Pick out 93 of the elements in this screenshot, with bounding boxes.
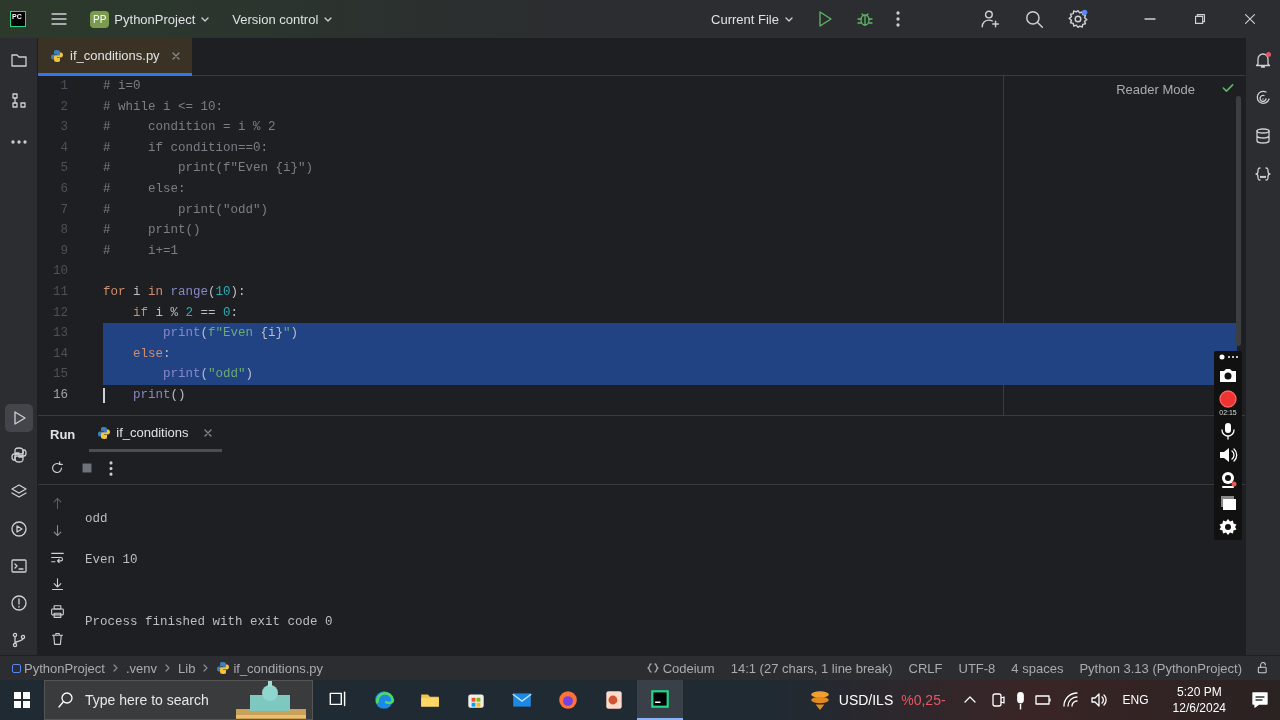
structure-icon bbox=[9, 92, 28, 110]
chevron-right-icon bbox=[163, 663, 172, 673]
code-line: print() bbox=[103, 384, 186, 406]
code-line: for i in range(10): bbox=[103, 283, 246, 301]
code-line: # condition = i % 2 bbox=[103, 119, 276, 137]
status-item[interactable]: UTF-8 bbox=[950, 660, 1004, 676]
panel-title: Run bbox=[50, 426, 76, 442]
breadcrumb[interactable]: .venv bbox=[123, 660, 159, 676]
line-number: 16 bbox=[52, 386, 69, 404]
status-item[interactable]: 4 spaces bbox=[1003, 660, 1072, 676]
coins-icon bbox=[808, 689, 831, 711]
settings-icon bbox=[1068, 9, 1088, 29]
spiral-icon bbox=[1254, 89, 1272, 107]
console-output-line: odd bbox=[85, 511, 108, 528]
code-line: # print() bbox=[103, 222, 201, 240]
restore-icon bbox=[1192, 11, 1208, 27]
breadcrumb[interactable]: Lib bbox=[176, 660, 198, 676]
speaker-button[interactable] bbox=[1218, 446, 1238, 464]
presentation-icon bbox=[603, 689, 625, 711]
python-icon bbox=[9, 446, 28, 464]
language-indicator[interactable]: ENG bbox=[1122, 693, 1149, 707]
warning-icon bbox=[9, 594, 28, 612]
minimize-icon bbox=[1144, 18, 1156, 20]
status-item[interactable]: Python 3.13 (PythonProject) bbox=[1071, 660, 1250, 676]
python-file-icon bbox=[50, 48, 64, 63]
rerun-icon bbox=[49, 460, 65, 476]
code-line: # i=0 bbox=[103, 78, 141, 95]
scroll-end-icon bbox=[49, 577, 65, 592]
breadcrumb[interactable]: if_conditions.py bbox=[214, 660, 325, 676]
clock-date[interactable]: 12/6/2024 bbox=[1172, 700, 1226, 716]
code-line: if i % 2 == 0: bbox=[132, 304, 239, 322]
status-item[interactable]: 14:1 (27 chars, 1 line break) bbox=[722, 660, 901, 676]
menu-icon bbox=[50, 10, 68, 28]
folder-icon bbox=[9, 51, 28, 69]
check-icon bbox=[1221, 81, 1235, 95]
code-line: # print("odd") bbox=[103, 201, 269, 219]
status-item[interactable]: Codeium bbox=[638, 660, 723, 676]
notification-icon bbox=[1250, 690, 1270, 710]
more-icon bbox=[10, 140, 27, 144]
python-file-icon bbox=[97, 425, 112, 440]
more-icon bbox=[896, 11, 900, 27]
search-field[interactable]: Type here to search bbox=[85, 692, 225, 708]
status-item[interactable]: CRLF bbox=[900, 660, 951, 676]
search-icon bbox=[1024, 9, 1044, 29]
project-badge: PP bbox=[90, 10, 110, 28]
code-line: # else: bbox=[103, 180, 186, 198]
windows-button[interactable] bbox=[1218, 494, 1238, 512]
microphone-icon bbox=[1015, 690, 1025, 710]
add-user-icon bbox=[980, 9, 1000, 29]
bell-icon bbox=[1254, 51, 1272, 69]
breadcrumb[interactable]: PythonProject bbox=[10, 660, 107, 676]
terminal-icon bbox=[9, 557, 28, 575]
project-selector[interactable]: PP PythonProject bbox=[86, 7, 215, 31]
lock-icon[interactable] bbox=[1256, 661, 1270, 675]
settings-button[interactable] bbox=[1218, 518, 1238, 536]
dots-icon[interactable] bbox=[1218, 354, 1238, 360]
code-line: # while i <= 10: bbox=[103, 98, 224, 116]
braces-icon bbox=[646, 662, 659, 674]
console-output-line: Process finished with exit code 0 bbox=[85, 613, 333, 631]
module-icon bbox=[12, 663, 21, 673]
windows-icon bbox=[13, 691, 31, 709]
run-button[interactable] bbox=[4, 404, 33, 432]
close-icon bbox=[1242, 11, 1258, 27]
braces-icon bbox=[1254, 165, 1272, 183]
editor-tab[interactable]: if_conditions.py bbox=[38, 38, 192, 76]
run-config-selector[interactable]: Current File bbox=[707, 8, 798, 30]
more-icon bbox=[109, 460, 113, 476]
play-circle-icon bbox=[9, 520, 28, 538]
clock-time[interactable]: 5:20 PM bbox=[1176, 684, 1222, 700]
edge-icon bbox=[373, 689, 395, 711]
python-file-icon bbox=[216, 661, 231, 675]
browser-icon bbox=[557, 689, 579, 711]
microphone-button[interactable] bbox=[1218, 422, 1238, 440]
vcs-selector[interactable]: Version control bbox=[228, 8, 338, 30]
database-icon bbox=[1254, 127, 1272, 145]
scrollbar[interactable] bbox=[1236, 96, 1241, 346]
code-line: # print(f"Even {i}") bbox=[103, 160, 314, 178]
pycharm-icon bbox=[649, 688, 671, 710]
camera-button[interactable] bbox=[1218, 366, 1238, 384]
console-output-line: Even 10 bbox=[85, 552, 138, 569]
wrap-icon bbox=[49, 550, 65, 565]
currency-change: %0,25- bbox=[901, 692, 946, 708]
search-icon bbox=[57, 691, 75, 709]
currency-pair: USD/ILS bbox=[838, 692, 894, 708]
reader-mode-button[interactable]: Reader Mode bbox=[1116, 82, 1195, 97]
trash-icon bbox=[49, 631, 65, 646]
run-tab[interactable]: if_conditions bbox=[89, 416, 222, 452]
printer-icon bbox=[49, 604, 65, 619]
play-icon bbox=[816, 10, 834, 28]
code-line: # i+=1 bbox=[103, 242, 178, 260]
record-button[interactable] bbox=[1218, 390, 1238, 408]
code-line: # if condition==0: bbox=[103, 139, 269, 157]
pycharm-button[interactable] bbox=[637, 680, 683, 720]
